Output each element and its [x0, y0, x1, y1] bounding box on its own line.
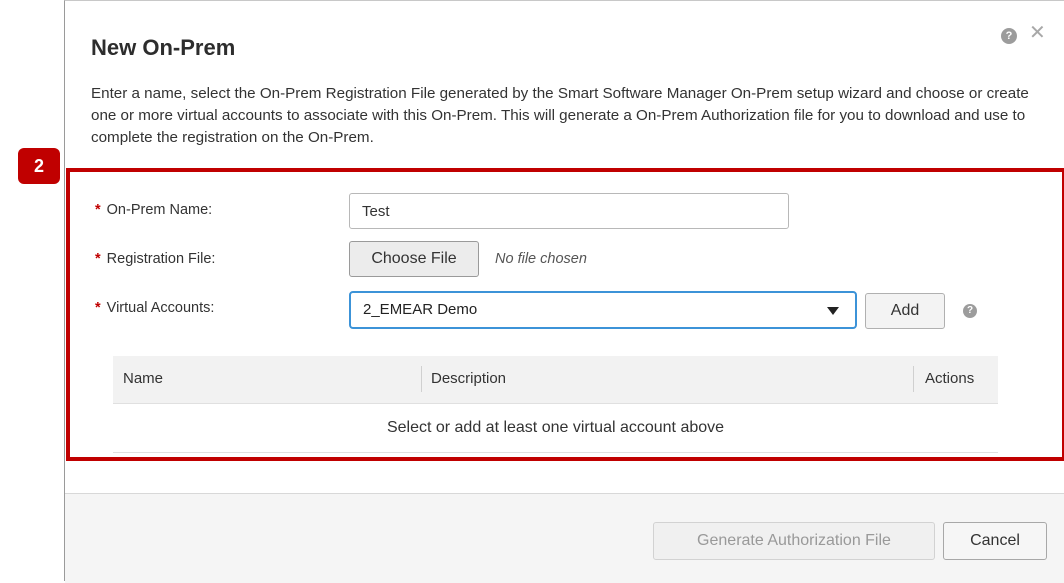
column-header-actions: Actions: [925, 370, 975, 387]
column-divider: [913, 366, 914, 392]
dropdown-caret-icon: [827, 307, 839, 315]
registration-file-label: * Registration File:: [95, 251, 215, 267]
on-prem-name-input[interactable]: [349, 193, 789, 229]
table-empty-message: Select or add at least one virtual accou…: [113, 404, 998, 453]
no-file-chosen-text: No file chosen: [495, 251, 587, 267]
virtual-accounts-help-icon[interactable]: ?: [963, 304, 977, 318]
cancel-button[interactable]: Cancel: [943, 522, 1047, 560]
column-header-name[interactable]: Name: [123, 370, 163, 387]
dialog-title: New On-Prem: [91, 35, 236, 60]
dialog-description: Enter a name, select the On-Prem Registr…: [91, 85, 1029, 146]
virtual-accounts-label: * Virtual Accounts:: [95, 300, 214, 316]
generate-authorization-file-button[interactable]: Generate Authorization File: [653, 522, 935, 560]
required-marker: *: [95, 251, 101, 267]
dialog-footer: Generate Authorization File Cancel: [65, 493, 1064, 583]
virtual-accounts-select[interactable]: 2_EMEAR Demo: [349, 291, 857, 329]
on-prem-name-label-text: On-Prem Name:: [106, 202, 213, 218]
virtual-accounts-label-text: Virtual Accounts:: [106, 300, 215, 316]
choose-file-button[interactable]: Choose File: [349, 241, 479, 277]
help-icon[interactable]: ?: [1001, 28, 1017, 44]
new-on-prem-dialog: New On-Prem ? ✕ Enter a name, select the…: [64, 0, 1064, 583]
close-icon[interactable]: ✕: [1029, 23, 1046, 43]
virtual-accounts-table-header: Name Description Actions: [113, 356, 998, 404]
column-divider: [421, 366, 422, 392]
on-prem-name-label: * On-Prem Name:: [95, 202, 212, 218]
registration-file-label-text: Registration File:: [106, 251, 216, 267]
required-marker: *: [95, 202, 101, 218]
column-header-description[interactable]: Description: [431, 370, 506, 387]
add-virtual-account-button[interactable]: Add: [865, 293, 945, 329]
required-marker: *: [95, 300, 101, 316]
step-number-badge: 2: [18, 148, 60, 184]
virtual-accounts-selected-value: 2_EMEAR Demo: [363, 301, 478, 318]
